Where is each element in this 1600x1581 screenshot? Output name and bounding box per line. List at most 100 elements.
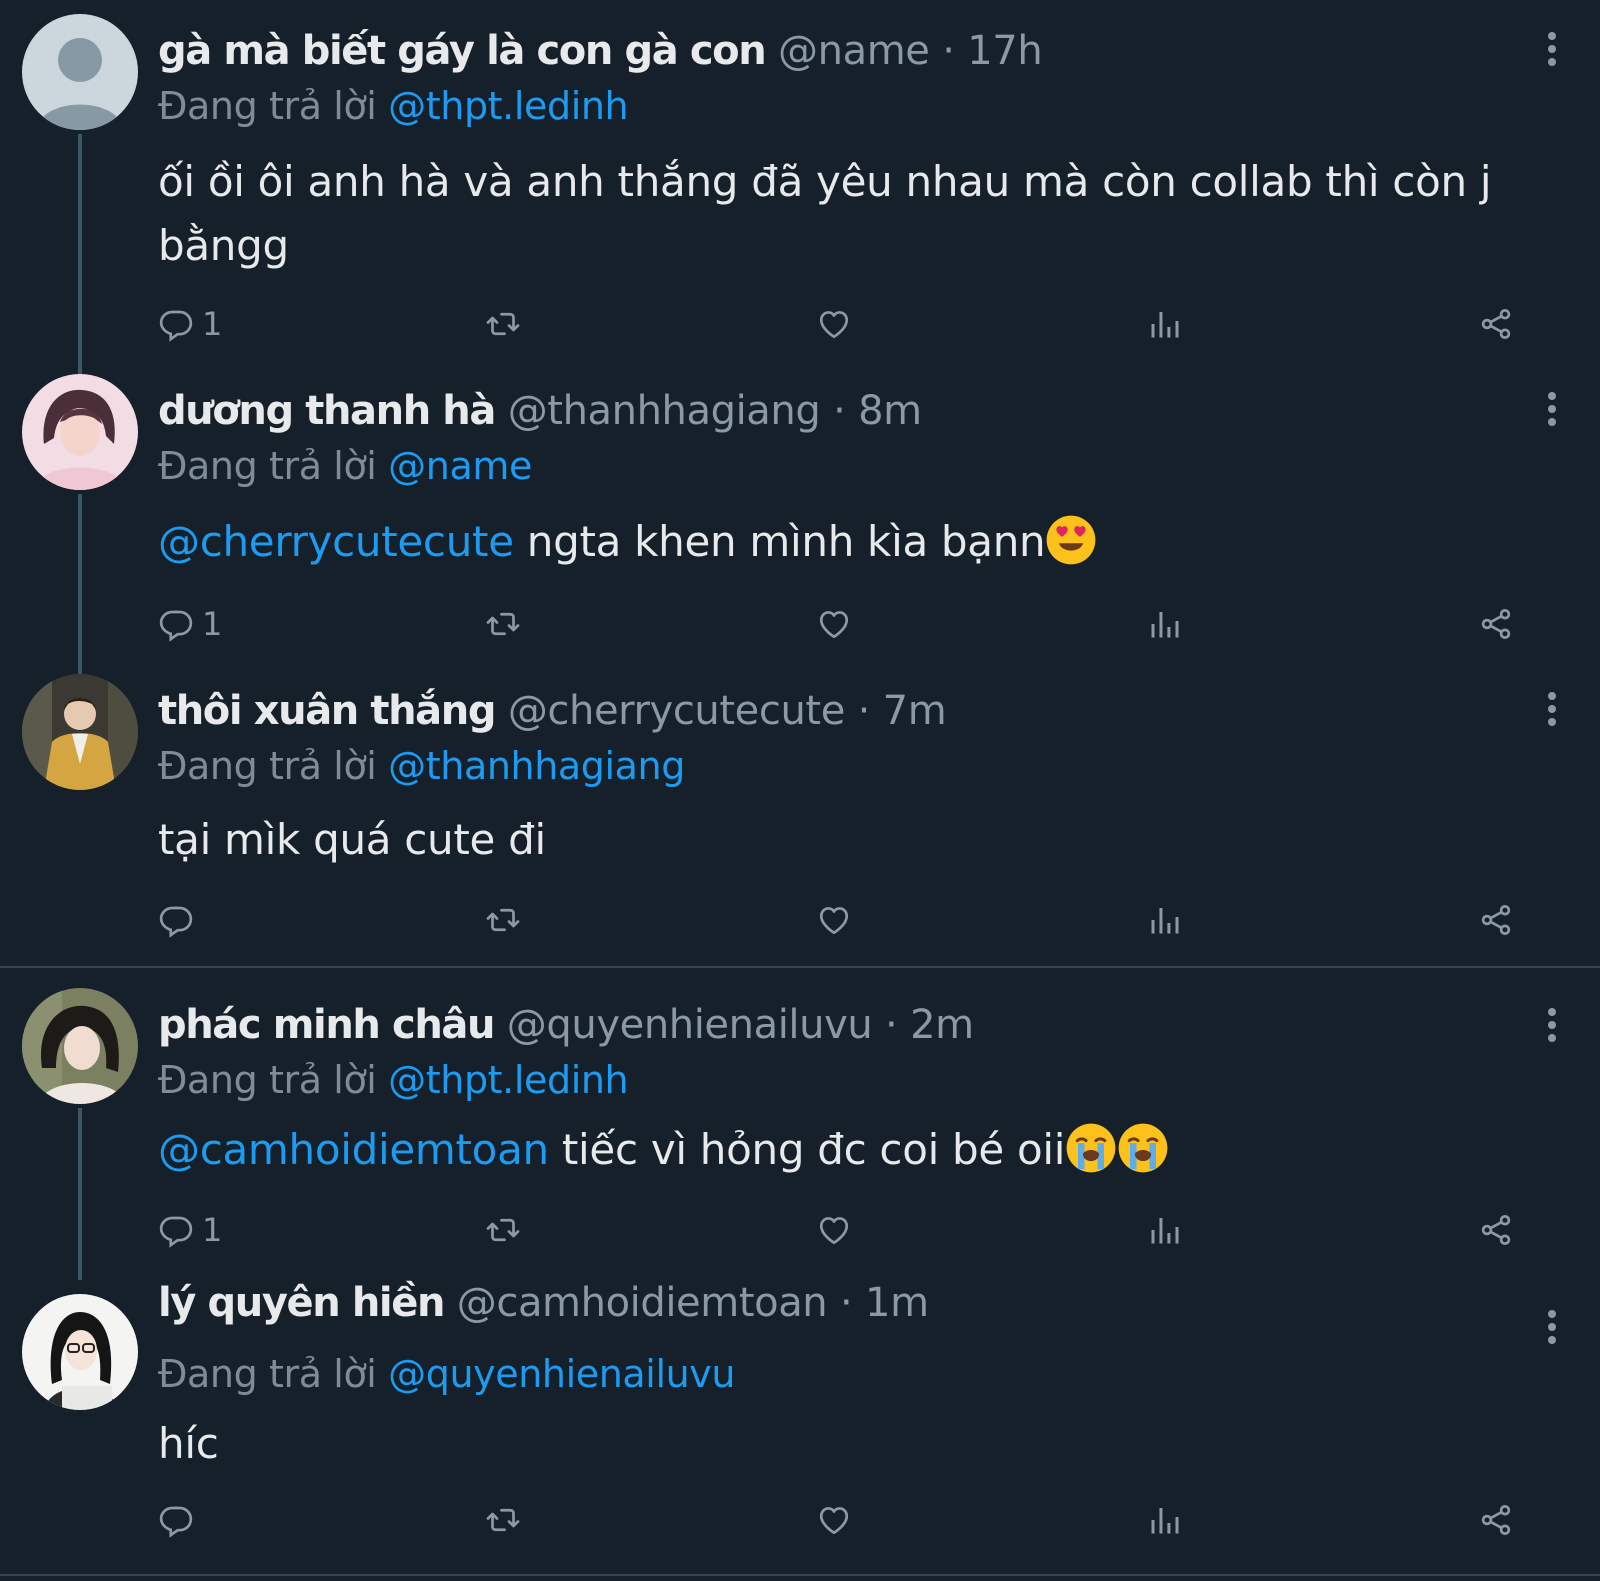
- share-button[interactable]: [1478, 896, 1514, 944]
- reply-count: 1: [202, 305, 223, 343]
- avatar[interactable]: [22, 374, 138, 490]
- retweet-button[interactable]: [485, 1496, 521, 1544]
- like-icon: [819, 1507, 849, 1535]
- more-options-icon[interactable]: [1542, 1310, 1562, 1344]
- display-name[interactable]: thôi xuân thắng: [158, 688, 496, 734]
- replying-to: Đang trả lời @thpt.ledinh: [158, 1052, 629, 1108]
- tweet[interactable]: dương thanh hà @thanhhagiang · 8m Đang t…: [0, 360, 1600, 674]
- action-bar: 1: [158, 1206, 1558, 1254]
- tweet-body: tại mìk quá cute đi: [158, 815, 546, 864]
- replying-to-mention[interactable]: @quyenhienailuvu: [388, 1352, 735, 1396]
- display-name[interactable]: gà mà biết gáy là con gà con: [158, 28, 767, 74]
- retweet-button[interactable]: [485, 300, 521, 348]
- like-button[interactable]: [816, 1206, 852, 1254]
- replying-to-mention[interactable]: @thpt.ledinh: [388, 1058, 628, 1102]
- views-button[interactable]: [1147, 896, 1183, 944]
- share-button[interactable]: [1478, 1496, 1514, 1544]
- timestamp[interactable]: 7m: [883, 688, 947, 734]
- crying-emoji: [1117, 1122, 1169, 1174]
- more-options-icon[interactable]: [1542, 692, 1562, 726]
- share-icon: [1481, 309, 1511, 339]
- separator: ·: [833, 388, 846, 434]
- retweet-button[interactable]: [485, 1206, 521, 1254]
- timestamp[interactable]: 2m: [910, 1002, 974, 1048]
- replying-to-mention[interactable]: @thanhhagiang: [388, 744, 685, 788]
- replying-to: Đang trả lời @thanhhagiang: [158, 738, 685, 794]
- views-icon: [1151, 1508, 1179, 1534]
- replying-label: Đang trả lời: [158, 1058, 377, 1102]
- replying-label: Đang trả lời: [158, 84, 377, 128]
- action-bar: 1: [158, 300, 1558, 348]
- views-icon: [1151, 1218, 1179, 1244]
- views-button[interactable]: [1147, 600, 1183, 648]
- replying-to-mention[interactable]: @thpt.ledinh: [388, 84, 628, 128]
- replying-label: Đang trả lời: [158, 744, 377, 788]
- timestamp[interactable]: 17h: [967, 28, 1042, 74]
- more-options-icon[interactable]: [1542, 392, 1562, 426]
- share-button[interactable]: [1478, 300, 1514, 348]
- views-button[interactable]: [1147, 1496, 1183, 1544]
- avatar[interactable]: [22, 14, 138, 130]
- timestamp[interactable]: 1m: [865, 1280, 929, 1326]
- username[interactable]: @camhoidiemtoan: [457, 1280, 828, 1326]
- display-name[interactable]: phác minh châu: [158, 1002, 495, 1048]
- more-options-icon[interactable]: [1542, 1008, 1562, 1042]
- avatar[interactable]: [22, 988, 138, 1104]
- avatar[interactable]: [22, 1294, 138, 1410]
- like-button[interactable]: [816, 600, 852, 648]
- separator: ·: [839, 1280, 853, 1326]
- share-button[interactable]: [1478, 600, 1514, 648]
- tweet-text: @camhoidiemtoan tiếc vì hỏng đc coi bé o…: [158, 1118, 1498, 1182]
- text-mention[interactable]: @camhoidiemtoan: [158, 1125, 549, 1174]
- tweet[interactable]: gà mà biết gáy là con gà con @name · 17h…: [0, 0, 1600, 374]
- reply-button[interactable]: [158, 896, 202, 944]
- profile-photo: [22, 1294, 138, 1410]
- tweet-header: lý quyên hiền @camhoidiemtoan · 1m: [158, 1274, 929, 1332]
- retweet-button[interactable]: [485, 896, 521, 944]
- like-icon: [819, 1217, 849, 1245]
- retweet-button[interactable]: [485, 600, 521, 648]
- views-button[interactable]: [1147, 1206, 1183, 1254]
- reply-count: 1: [202, 1211, 223, 1249]
- reply-icon: [159, 610, 193, 642]
- display-name[interactable]: dương thanh hà: [158, 388, 496, 434]
- like-button[interactable]: [816, 300, 852, 348]
- avatar[interactable]: [22, 674, 138, 790]
- tweet-header: phác minh châu @quyenhienailuvu · 2m: [158, 996, 974, 1054]
- tweet-text: @cherrycutecute ngta khen mình kìa bạnn: [158, 510, 1498, 574]
- separator: ·: [857, 688, 871, 734]
- share-button[interactable]: [1478, 1206, 1514, 1254]
- username[interactable]: @quyenhienailuvu: [507, 1002, 873, 1048]
- replying-to-mention[interactable]: @name: [388, 444, 532, 488]
- heart-eyes-emoji: [1045, 514, 1097, 566]
- like-button[interactable]: [816, 1496, 852, 1544]
- reply-button[interactable]: 1: [158, 1206, 222, 1254]
- username[interactable]: @cherrycutecute: [508, 688, 845, 734]
- reply-icon: [159, 310, 193, 342]
- reply-button[interactable]: 1: [158, 600, 222, 648]
- timestamp[interactable]: 8m: [858, 388, 922, 434]
- text-mention[interactable]: @cherrycutecute: [158, 517, 514, 566]
- reply-icon: [159, 1506, 193, 1538]
- like-icon: [819, 907, 849, 935]
- reply-button[interactable]: [158, 1496, 202, 1544]
- share-icon: [1481, 1505, 1511, 1535]
- profile-photo: [22, 674, 138, 790]
- tweet[interactable]: phác minh châu @quyenhienailuvu · 2m Đan…: [0, 968, 1600, 1280]
- tweet[interactable]: lý quyên hiền @camhoidiemtoan · 1m Đang …: [0, 1266, 1600, 1572]
- views-button[interactable]: [1147, 300, 1183, 348]
- action-bar: 1: [158, 600, 1558, 648]
- views-icon: [1151, 612, 1179, 638]
- thread-line: [78, 134, 82, 374]
- tweet-text: tại mìk quá cute đi: [158, 808, 1498, 872]
- username[interactable]: @name: [778, 28, 930, 74]
- reply-button[interactable]: 1: [158, 300, 222, 348]
- retweet-icon: [486, 908, 520, 932]
- like-button[interactable]: [816, 896, 852, 944]
- username[interactable]: @thanhhagiang: [508, 388, 821, 434]
- tweet[interactable]: thôi xuân thắng @cherrycutecute · 7m Đan…: [0, 660, 1600, 966]
- action-bar: [158, 1496, 1558, 1544]
- display-name[interactable]: lý quyên hiền: [158, 1280, 445, 1326]
- more-options-icon[interactable]: [1542, 32, 1562, 66]
- share-icon: [1481, 1215, 1511, 1245]
